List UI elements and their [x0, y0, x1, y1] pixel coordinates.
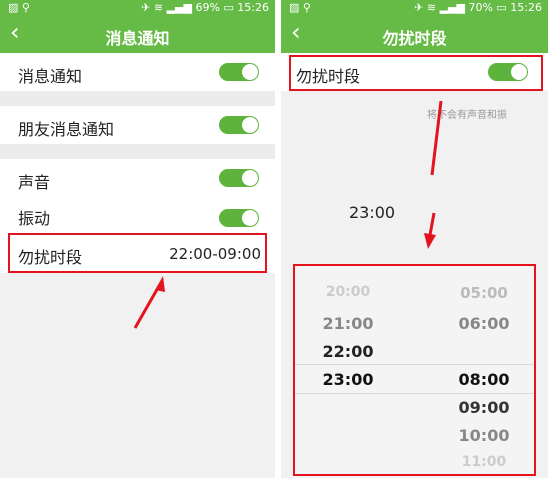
vibrate-toggle[interactable] [219, 209, 259, 227]
setting-label: 振动 [18, 209, 51, 228]
page-title: 消息通知 [105, 29, 170, 48]
section-divider [0, 144, 275, 159]
setting-row-message-notify[interactable]: 消息通知 [0, 53, 275, 91]
highlight-box [289, 55, 543, 91]
highlight-box [293, 264, 536, 476]
status-bar: ▨ ⚲ ✈ ≋ ▂▄▆ 69% ▭ 15:26 [0, 0, 275, 16]
toggle-knob [242, 64, 258, 80]
arrow-icon [424, 100, 443, 249]
page-title: 勿扰时段 [382, 29, 447, 48]
toggle-knob [242, 210, 258, 226]
setting-label: 消息通知 [18, 67, 83, 86]
left-screen: ▨ ⚲ ✈ ≋ ▂▄▆ 69% ▭ 15:26 ‹ 消息通知 消息通知 朋友消息… [0, 0, 275, 478]
setting-row-vibrate[interactable]: 振动 [0, 197, 275, 233]
setting-row-sound[interactable]: 声音 [0, 159, 275, 197]
status-bar: ▨ ⚲ ✈ ≋ ▂▄▆ 70% ▭ 15:26 [281, 0, 548, 16]
status-icons-right: ✈ ≋ ▂▄▆ 70% ▭ 15:26 [414, 1, 542, 14]
toggle-knob [242, 170, 258, 186]
title-bar: ‹ 勿扰时段 [281, 16, 548, 53]
setting-label: 朋友消息通知 [18, 120, 115, 139]
highlight-box [8, 233, 267, 273]
sound-toggle[interactable] [219, 169, 259, 187]
title-bar: ‹ 消息通知 [0, 16, 275, 53]
setting-label: 声音 [18, 173, 51, 192]
friend-notify-toggle[interactable] [219, 116, 259, 134]
status-icons-right: ✈ ≋ ▂▄▆ 69% ▭ 15:26 [141, 1, 269, 14]
right-screen: ▨ ⚲ ✈ ≋ ▂▄▆ 70% ▭ 15:26 ‹ 勿扰时段 勿扰时段 将不会有… [281, 0, 548, 478]
arrow-icon [133, 276, 165, 329]
toggle-knob [242, 117, 258, 133]
setting-row-friend-notify[interactable]: 朋友消息通知 [0, 106, 275, 144]
message-notify-toggle[interactable] [219, 63, 259, 81]
status-icons-left: ▨ ⚲ [289, 1, 311, 14]
section-divider [0, 91, 275, 106]
time-range-start: 23:00 [349, 203, 396, 222]
status-icons-left: ▨ ⚲ [8, 1, 30, 14]
